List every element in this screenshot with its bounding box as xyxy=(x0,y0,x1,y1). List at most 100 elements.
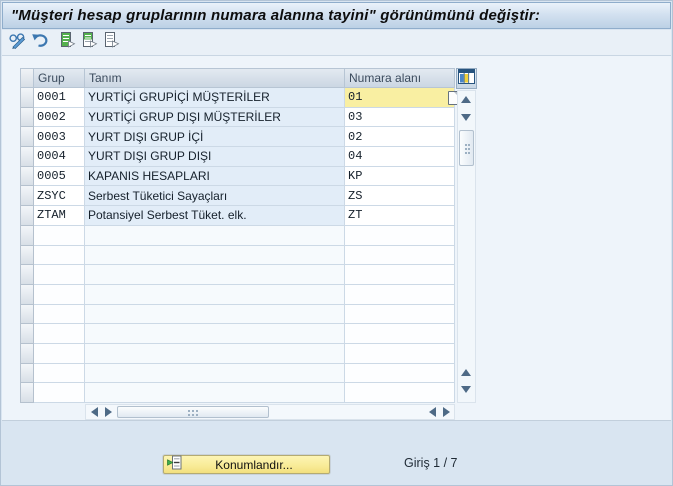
numara-cell[interactable]: 01 xyxy=(345,88,455,108)
row-selector-button[interactable] xyxy=(20,225,34,246)
table-settings-button[interactable] xyxy=(456,68,477,89)
row-selector-button[interactable] xyxy=(20,206,34,226)
grup-cell[interactable]: 0002 xyxy=(34,107,85,128)
tanim-cell[interactable] xyxy=(85,324,345,344)
scroll-down-arrow-bottom[interactable] xyxy=(461,386,471,393)
row-selector-button[interactable] xyxy=(20,245,34,266)
row-selector-button[interactable] xyxy=(20,304,34,325)
table-control: Grup Tanım Numara alanı 0001 YURTİÇİ GRUP… xyxy=(20,68,478,420)
scroll-right-arrow-right[interactable] xyxy=(443,407,450,417)
position-icon xyxy=(167,455,182,475)
table-row: 0002 YURTİÇİ GRUP DIŞI MÜŞTERİLER 03 xyxy=(20,107,455,128)
tanim-cell[interactable] xyxy=(85,383,345,403)
tanim-cell[interactable]: KAPANIS HESAPLARI xyxy=(85,166,345,187)
numara-cell[interactable] xyxy=(345,265,455,285)
tanim-cell[interactable]: YURTİÇİ GRUP DIŞI MÜŞTERİLER xyxy=(85,107,345,128)
row-selector-button[interactable] xyxy=(20,343,34,364)
scroll-left-arrow-left[interactable] xyxy=(91,407,98,417)
row-selector-button[interactable] xyxy=(20,147,34,167)
grup-cell[interactable] xyxy=(34,363,85,384)
entry-status: Giriş 1 / 7 xyxy=(404,456,458,470)
scroll-left-arrow-right[interactable] xyxy=(429,407,436,417)
table-row: 0003 YURT DIŞI GRUP İÇİ 02 xyxy=(20,127,455,148)
tanim-cell[interactable] xyxy=(85,225,345,246)
column-header-tanim[interactable]: Tanım xyxy=(85,68,345,88)
row-selector-button[interactable] xyxy=(20,324,34,344)
grup-cell[interactable]: 0004 xyxy=(34,147,85,167)
numara-cell[interactable] xyxy=(345,225,455,246)
grup-cell[interactable] xyxy=(34,265,85,285)
tanim-cell[interactable] xyxy=(85,343,345,364)
numara-cell[interactable] xyxy=(345,304,455,325)
column-header-numara[interactable]: Numara alanı xyxy=(345,68,455,88)
grup-cell[interactable] xyxy=(34,343,85,364)
tanim-cell[interactable] xyxy=(85,363,345,384)
row-selector-button[interactable] xyxy=(20,186,34,207)
vertical-scrollbar-thumb[interactable] xyxy=(459,130,474,166)
numara-cell[interactable]: 03 xyxy=(345,107,455,128)
application-toolbar xyxy=(2,30,671,56)
table-row-empty xyxy=(20,225,455,246)
row-selector-button[interactable] xyxy=(20,284,34,305)
tanim-cell[interactable]: Serbest Tüketici Sayaçları xyxy=(85,186,345,207)
tanim-cell[interactable] xyxy=(85,304,345,325)
numara-cell[interactable]: ZS xyxy=(345,186,455,207)
grup-cell[interactable]: 0001 xyxy=(34,88,85,108)
tanim-cell[interactable]: YURT DIŞI GRUP İÇİ xyxy=(85,127,345,148)
deselect-all-icon xyxy=(102,31,120,54)
scroll-right-arrow-left[interactable] xyxy=(105,407,112,417)
tanim-cell[interactable]: YURT DIŞI GRUP DIŞI xyxy=(85,147,345,167)
grup-cell[interactable] xyxy=(34,245,85,266)
grup-cell[interactable]: 0003 xyxy=(34,127,85,148)
row-selector-button[interactable] xyxy=(20,107,34,128)
position-button[interactable]: Konumlandır... xyxy=(163,455,330,474)
scroll-up-arrow-top[interactable] xyxy=(461,96,471,103)
numara-cell[interactable] xyxy=(345,284,455,305)
numara-cell[interactable] xyxy=(345,324,455,344)
table-row-empty xyxy=(20,363,455,384)
grup-cell[interactable] xyxy=(34,324,85,344)
row-selector-button[interactable] xyxy=(20,88,34,108)
grup-cell[interactable] xyxy=(34,284,85,305)
undo-button[interactable] xyxy=(29,33,51,53)
tanim-cell[interactable]: YURTİÇİ GRUPİÇİ MÜŞTERİLER xyxy=(85,88,345,108)
column-header-grup[interactable]: Grup xyxy=(34,68,85,88)
grup-cell[interactable] xyxy=(34,304,85,325)
select-all-button[interactable] xyxy=(56,32,78,53)
row-selector-button[interactable] xyxy=(20,166,34,187)
tanim-cell[interactable] xyxy=(85,284,345,305)
grup-cell[interactable]: ZSYC xyxy=(34,186,85,207)
select-block-button[interactable] xyxy=(78,32,100,53)
numara-cell[interactable]: ZT xyxy=(345,206,455,226)
page-title: "Müşteri hesap gruplarının numara alanın… xyxy=(11,7,541,24)
grup-cell[interactable]: ZTAM xyxy=(34,206,85,226)
deselect-all-button[interactable] xyxy=(100,31,122,54)
grup-cell[interactable] xyxy=(34,225,85,246)
tanim-cell[interactable] xyxy=(85,265,345,285)
change-display-toggle-button[interactable] xyxy=(7,33,29,53)
position-button-label: Konumlandır... xyxy=(215,457,293,472)
tanim-cell[interactable] xyxy=(85,245,345,266)
row-selector-button[interactable] xyxy=(20,127,34,148)
numara-cell[interactable]: KP xyxy=(345,166,455,187)
undo-icon xyxy=(31,31,49,54)
select-all-corner-button[interactable] xyxy=(20,68,34,88)
table-row: 0004 YURT DIŞI GRUP DIŞI 04 xyxy=(20,147,455,167)
numara-cell[interactable] xyxy=(345,363,455,384)
tanim-cell[interactable]: Potansiyel Serbest Tüket. elk. xyxy=(85,206,345,226)
numara-cell[interactable] xyxy=(345,343,455,364)
scroll-up-arrow-bottom[interactable] xyxy=(461,369,471,376)
row-selector-button[interactable] xyxy=(20,363,34,384)
grup-cell[interactable] xyxy=(34,383,85,403)
grup-cell[interactable]: 0005 xyxy=(34,166,85,187)
numara-cell[interactable] xyxy=(345,245,455,266)
horizontal-scrollbar-thumb[interactable] xyxy=(117,406,269,418)
numara-cell[interactable] xyxy=(345,383,455,403)
numara-cell[interactable]: 04 xyxy=(345,147,455,167)
row-selector-button[interactable] xyxy=(20,265,34,285)
title-bar: "Müşteri hesap gruplarının numara alanın… xyxy=(2,2,671,29)
row-selector-button[interactable] xyxy=(20,383,34,403)
table-settings-icon xyxy=(458,68,475,89)
numara-cell[interactable]: 02 xyxy=(345,127,455,148)
scroll-down-arrow-top[interactable] xyxy=(461,114,471,121)
